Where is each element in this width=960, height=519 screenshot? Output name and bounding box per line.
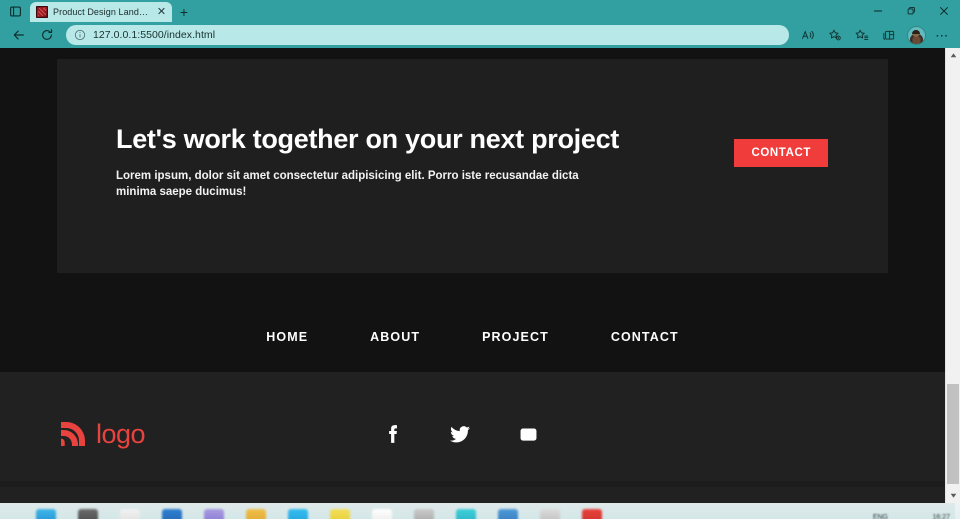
hero-paragraph: Lorem ipsum, dolor sit amet consectetur …: [116, 169, 579, 199]
hero-heading: Let's work together on your next project: [116, 124, 619, 154]
browser-window: Product Design Landing Page ✕ +: [0, 0, 960, 519]
close-window-button[interactable]: [927, 0, 960, 22]
read-aloud-icon[interactable]: [795, 24, 821, 46]
toolbar-right-actions: ⋯: [795, 24, 954, 46]
tab-title: Product Design Landing Page: [53, 7, 150, 17]
new-tab-button[interactable]: +: [172, 2, 196, 22]
taskbar-icon[interactable]: [246, 509, 266, 519]
nav-item-contact[interactable]: CONTACT: [611, 330, 679, 344]
taskbar-icon[interactable]: [498, 509, 518, 519]
back-arrow-icon[interactable]: [6, 24, 32, 46]
rss-arc-logo-icon: [61, 422, 85, 446]
avatar: [907, 26, 925, 44]
browser-toolbar: 127.0.0.1:5500/index.html ⋯: [0, 22, 960, 48]
more-options-icon[interactable]: ⋯: [930, 24, 954, 46]
facebook-icon[interactable]: [380, 422, 404, 446]
contact-cta-button[interactable]: CONTACT: [734, 139, 828, 167]
footer-logo-text: logo: [96, 418, 146, 449]
minimize-button[interactable]: [861, 0, 894, 22]
taskbar-icon-edge[interactable]: [456, 509, 476, 519]
hero-section: Let's work together on your next project…: [0, 48, 945, 273]
main-nav: HOME ABOUT PROJECT CONTACT: [0, 273, 945, 372]
taskbar-icon[interactable]: [78, 509, 98, 519]
profile-avatar[interactable]: [903, 24, 929, 46]
site-favicon: [36, 6, 48, 18]
nav-item-home[interactable]: HOME: [266, 330, 308, 344]
taskbar-icon[interactable]: [288, 509, 308, 519]
page-viewport: Let's work together on your next project…: [0, 48, 960, 503]
taskbar-icon[interactable]: [582, 509, 602, 519]
tab-search-icon[interactable]: [0, 0, 30, 22]
scrollbar-thumb[interactable]: [947, 384, 959, 484]
taskbar-icons: [36, 509, 602, 519]
twitter-icon[interactable]: [448, 422, 472, 446]
collections-icon[interactable]: [876, 24, 902, 46]
refresh-icon[interactable]: [34, 24, 60, 46]
taskbar-clock[interactable]: 16:27: [932, 514, 950, 519]
hero-card: Let's work together on your next project…: [57, 59, 888, 273]
taskbar-icon[interactable]: [204, 509, 224, 519]
nav-item-project[interactable]: PROJECT: [482, 330, 549, 344]
taskbar-icon[interactable]: [372, 509, 392, 519]
youtube-icon[interactable]: [516, 422, 540, 446]
taskbar-icon[interactable]: [120, 509, 140, 519]
taskbar-icon[interactable]: [36, 509, 56, 519]
address-bar[interactable]: 127.0.0.1:5500/index.html: [66, 25, 789, 45]
window-controls: [861, 0, 960, 22]
os-taskbar: ENG 16:27: [0, 503, 960, 519]
maximize-button[interactable]: [894, 0, 927, 22]
url-text: 127.0.0.1:5500/index.html: [93, 29, 216, 41]
taskbar-icon[interactable]: [330, 509, 350, 519]
page-bottom-strip: [0, 481, 945, 487]
scroll-up-icon[interactable]: [946, 48, 960, 63]
scroll-down-icon[interactable]: [946, 488, 960, 503]
page-scrollbar[interactable]: [945, 48, 960, 503]
taskbar-language[interactable]: ENG: [873, 514, 888, 519]
show-desktop-button[interactable]: [955, 503, 960, 519]
favorites-star-icon[interactable]: [849, 24, 875, 46]
footer-logo[interactable]: logo: [57, 418, 146, 450]
footer-social-links: [380, 422, 540, 446]
page-content: Let's work together on your next project…: [0, 48, 945, 503]
add-favorite-star-icon[interactable]: [822, 24, 848, 46]
tab-strip: Product Design Landing Page ✕ +: [0, 0, 960, 22]
nav-item-about[interactable]: ABOUT: [370, 330, 420, 344]
taskbar-icon[interactable]: [540, 509, 560, 519]
info-circle-icon: [74, 29, 86, 41]
taskbar-icon[interactable]: [162, 509, 182, 519]
taskbar-icon[interactable]: [414, 509, 434, 519]
browser-tab[interactable]: Product Design Landing Page ✕: [30, 2, 172, 22]
hero-text-block: Let's work together on your next project…: [116, 124, 661, 201]
tab-close-icon[interactable]: ✕: [155, 6, 168, 19]
